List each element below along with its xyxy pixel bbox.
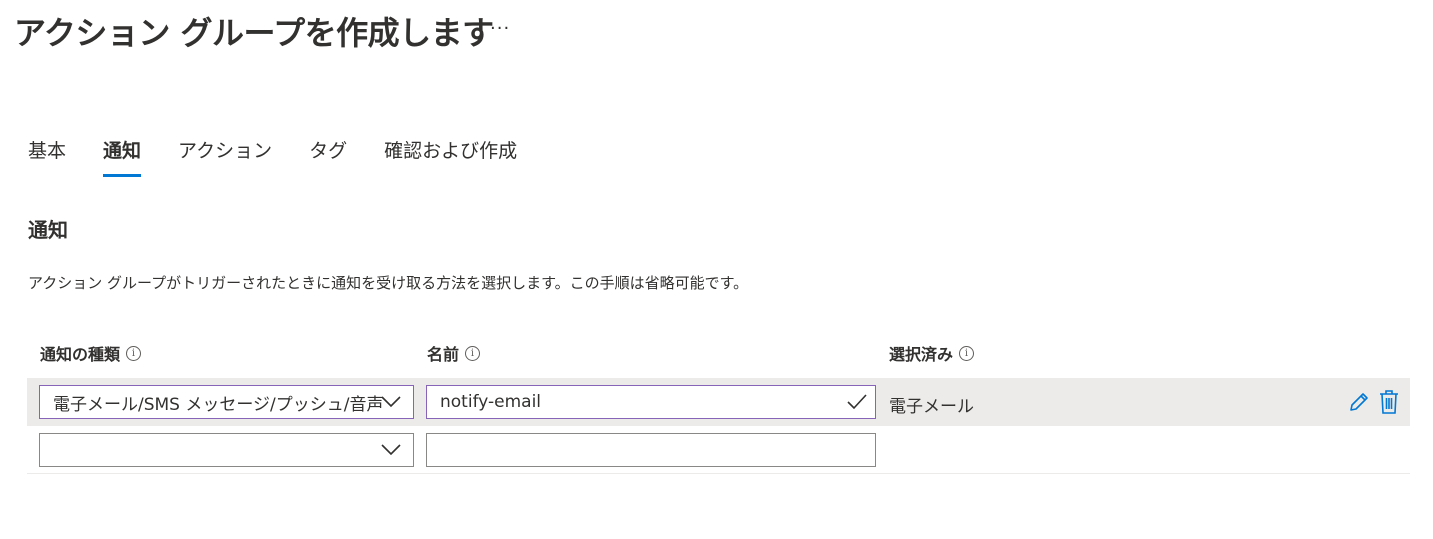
header-selected-label: 選択済み: [889, 345, 954, 364]
section-description: アクション グループがトリガーされたときに通知を受け取る方法を選択します。この手…: [28, 274, 749, 292]
header-notification-type-label: 通知の種類: [40, 345, 121, 364]
tab-tags[interactable]: タグ: [309, 136, 347, 177]
name-input[interactable]: [426, 433, 876, 467]
edit-pencil-icon[interactable]: [1347, 390, 1371, 414]
tab-notifications[interactable]: 通知: [103, 136, 142, 177]
checkmark-icon: [847, 394, 867, 410]
section-title: 通知: [28, 218, 68, 242]
chevron-down-icon: [381, 444, 401, 456]
info-icon[interactable]: i: [465, 345, 481, 361]
page-title: アクション グループを作成します: [14, 14, 494, 52]
header-name-label: 名前: [427, 345, 460, 364]
more-options-button[interactable]: ···: [490, 18, 510, 39]
name-input[interactable]: notify-email: [426, 385, 876, 419]
header-selected: 選択済み i: [889, 341, 975, 365]
delete-trash-icon[interactable]: [1378, 389, 1400, 415]
chevron-down-icon: [381, 396, 401, 408]
notification-type-value: 電子メール/SMS メッセージ/プッシュ/音声: [53, 394, 384, 415]
notification-type-dropdown[interactable]: [39, 433, 414, 467]
tab-review-create[interactable]: 確認および作成: [384, 136, 517, 177]
info-icon[interactable]: i: [126, 345, 142, 361]
tab-bar: 基本 通知 アクション タグ 確認および作成: [28, 136, 554, 177]
tab-actions[interactable]: アクション: [178, 136, 272, 177]
header-name: 名前 i: [427, 341, 481, 365]
header-notification-type: 通知の種類 i: [40, 341, 142, 365]
info-icon[interactable]: i: [959, 345, 975, 361]
tab-basics[interactable]: 基本: [28, 136, 66, 177]
name-input-value: notify-email: [440, 392, 542, 412]
selected-value: 電子メール: [889, 397, 974, 417]
notification-type-dropdown[interactable]: 電子メール/SMS メッセージ/プッシュ/音声: [39, 385, 414, 419]
